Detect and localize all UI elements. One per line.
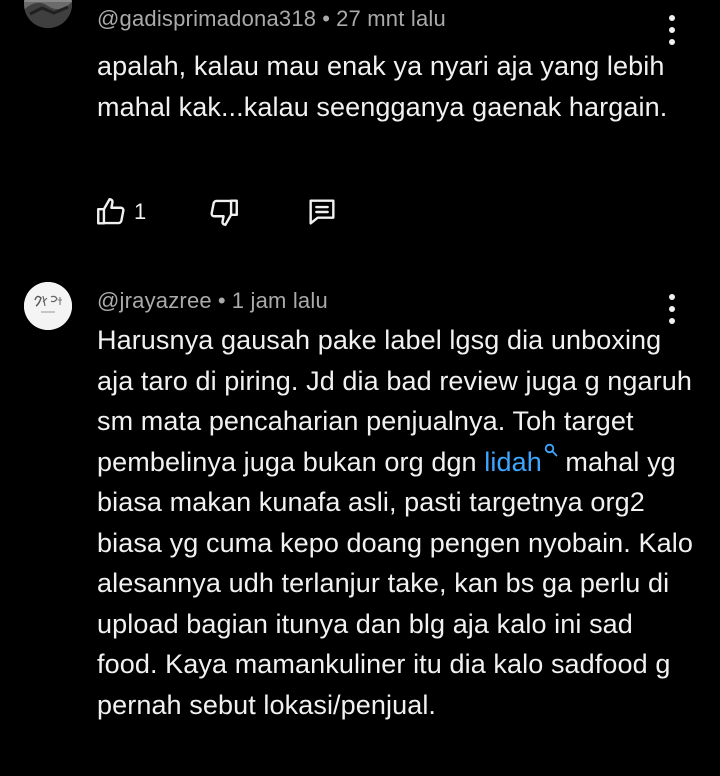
- search-icon[interactable]: [544, 443, 558, 457]
- thumbs-down-icon: [210, 199, 238, 226]
- meta-separator: •: [322, 6, 331, 31]
- comment-time: 27 mnt lalu: [336, 6, 446, 31]
- search-link[interactable]: lidah: [484, 447, 542, 477]
- avatar[interactable]: [24, 282, 72, 330]
- avatar[interactable]: [24, 0, 72, 28]
- like-count: 1: [134, 199, 147, 224]
- comment-actions: 1: [0, 192, 720, 232]
- comment-text-part: mahal yg biasa makan kunafa asli, pasti …: [97, 446, 693, 720]
- reply-comment-icon: [309, 199, 335, 225]
- like-button[interactable]: 1: [94, 192, 146, 232]
- meta-separator: •: [217, 288, 226, 313]
- comment-meta: @gadisprimadona318 • 27 mnt lalu: [97, 6, 446, 32]
- comment-time: 1 jam lalu: [231, 288, 328, 313]
- more-vert-icon[interactable]: [662, 15, 682, 49]
- comment-item: @gadisprimadona318 • 27 mnt lalu apalah, k…: [0, 0, 720, 250]
- dislike-button[interactable]: [207, 192, 241, 232]
- thumbs-up-icon: [97, 198, 125, 225]
- comment-author[interactable]: @gadisprimadona318: [97, 6, 316, 31]
- comment-meta: @jrayazree • 1 jam lalu: [97, 288, 328, 314]
- comment-text: apalah, kalau mau enak ya nyari aja yang…: [97, 51, 668, 122]
- comment-author[interactable]: @jrayazree: [97, 288, 212, 313]
- reply-button[interactable]: [305, 192, 339, 232]
- comment-item: @jrayazree • 1 jam lalu Harusnya gausah pa…: [0, 270, 720, 776]
- comment-text: Harusnya gausah pake label lgsg dia unbo…: [97, 320, 697, 725]
